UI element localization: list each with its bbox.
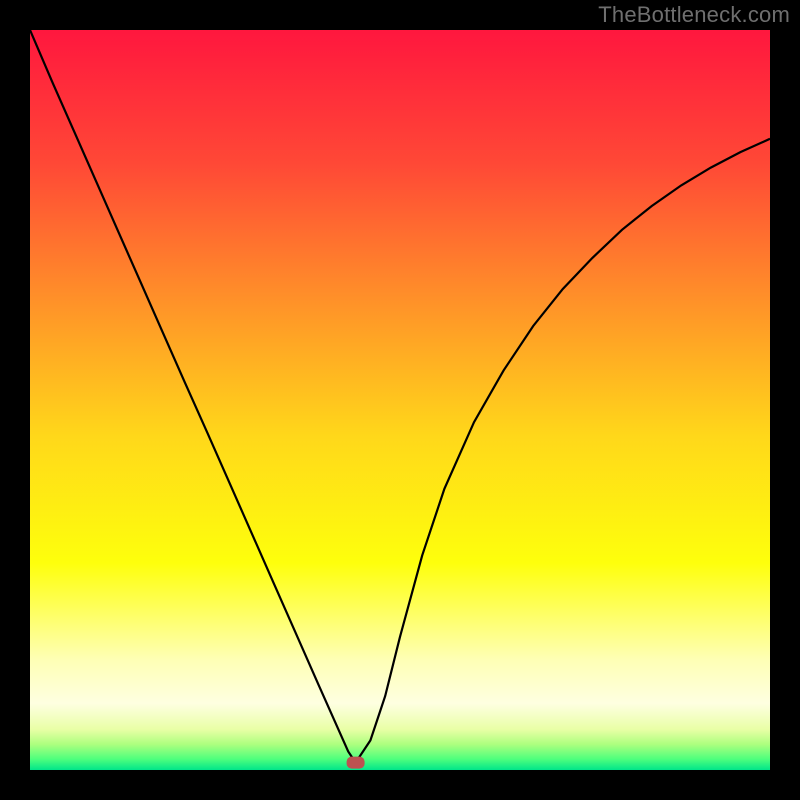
chart-svg bbox=[30, 30, 770, 770]
watermark-label: TheBottleneck.com bbox=[598, 2, 790, 28]
minimum-marker bbox=[347, 757, 365, 769]
chart-frame: TheBottleneck.com bbox=[0, 0, 800, 800]
chart-background bbox=[30, 30, 770, 770]
plot-area bbox=[30, 30, 770, 770]
